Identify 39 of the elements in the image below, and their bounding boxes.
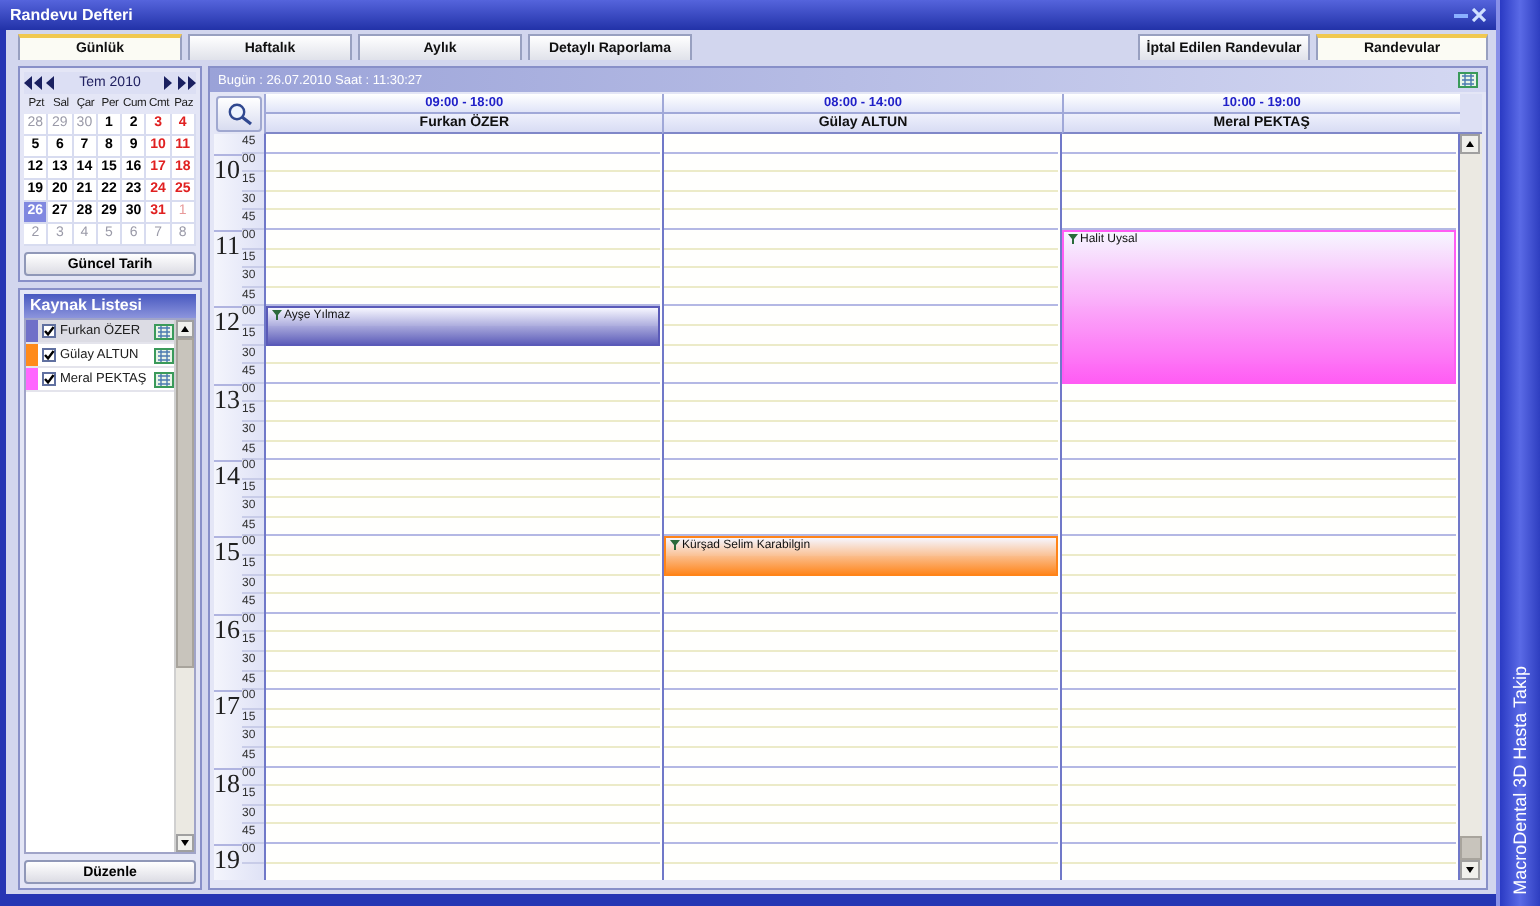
hour-label: 10 (214, 153, 242, 230)
checkbox[interactable] (42, 324, 56, 338)
booked-slot[interactable] (266, 325, 660, 346)
hour-label: 15 (214, 536, 242, 614)
checkbox[interactable] (42, 372, 56, 386)
hour-label: 12 (214, 306, 242, 384)
scroll-thumb[interactable] (1460, 836, 1482, 860)
scroll-up-button[interactable] (176, 320, 194, 338)
scroll-thumb[interactable] (176, 338, 194, 668)
minimize-icon[interactable] (1454, 8, 1468, 22)
checkbox[interactable] (42, 348, 56, 362)
hour-label: 11 (214, 229, 242, 307)
hour-label: 19 (214, 843, 242, 864)
hour-label: 16 (214, 613, 242, 691)
hour-label: 14 (214, 460, 242, 537)
grid-icon[interactable] (154, 347, 174, 363)
window-title: Randevu Defteri (10, 6, 135, 24)
scroll-down-button[interactable] (1460, 860, 1480, 880)
funnel-icon[interactable] (1068, 233, 1078, 244)
scroll-up-button[interactable] (1460, 134, 1480, 154)
grid-icon[interactable] (154, 371, 174, 387)
banner-text: MacroDental 3D Hasta Takip (1510, 665, 1530, 894)
close-icon[interactable] (1472, 8, 1486, 22)
hour-label: 18 (214, 767, 242, 844)
search-button[interactable] (216, 96, 262, 132)
hour-label: 13 (214, 383, 242, 461)
left-arrow-icon[interactable] (46, 76, 56, 90)
scroll-down-button[interactable] (176, 834, 194, 852)
search-icon[interactable] (225, 102, 253, 126)
panel-header: Kaynak Listesi (24, 294, 196, 318)
grid-icon[interactable] (1458, 72, 1478, 88)
right-arrow-icon[interactable] (164, 76, 174, 90)
fast-forward-icon[interactable] (178, 76, 196, 90)
rewind-icon[interactable] (24, 76, 42, 90)
header-filler (1459, 94, 1482, 134)
funnel-icon[interactable] (670, 540, 680, 551)
hour-label: 17 (214, 690, 242, 768)
funnel-icon[interactable] (272, 310, 282, 321)
scrollbar[interactable] (1458, 134, 1482, 880)
